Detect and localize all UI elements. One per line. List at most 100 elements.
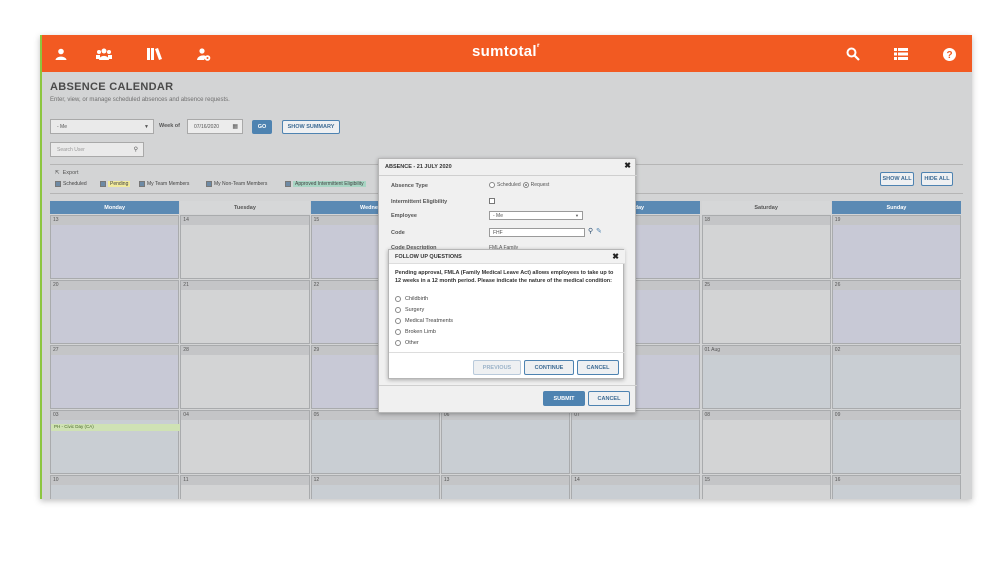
checkbox[interactable] — [285, 181, 291, 187]
team-icon[interactable] — [93, 43, 115, 65]
calendar-day-cell[interactable]: 19 — [831, 215, 962, 279]
holiday-event[interactable]: PH - Civic Day (CA) — [51, 424, 181, 431]
show-summary-button[interactable]: SHOW SUMMARY — [282, 120, 340, 134]
search-icon[interactable] — [842, 43, 864, 65]
week-of-label: Week of — [159, 123, 180, 129]
radio-scheduled[interactable] — [489, 182, 495, 188]
radio-button[interactable] — [395, 296, 401, 302]
day-number-strip — [702, 216, 830, 225]
close-icon[interactable]: ✖ — [624, 161, 631, 170]
calendar-day-cell[interactable]: 16 — [831, 475, 962, 499]
calendar-day-cell[interactable]: 06 — [440, 410, 571, 474]
day-number: 26 — [834, 282, 841, 288]
list-icon[interactable] — [890, 43, 912, 65]
previous-button[interactable]: PREVIOUS — [473, 360, 521, 375]
radio-label: Request — [530, 182, 550, 188]
radio-button[interactable] — [395, 307, 401, 313]
calendar-day-cell[interactable]: 05 — [310, 410, 440, 474]
legend-label: My Team Members — [147, 181, 190, 187]
legend-my-team[interactable]: My Team Members — [139, 181, 189, 187]
sumtotal-logo: sumtotal⸢ — [472, 43, 541, 60]
edit-icon[interactable]: ✎ — [596, 227, 602, 235]
help-icon[interactable]: ? — [938, 43, 960, 65]
continue-button[interactable]: CONTINUE — [524, 360, 574, 375]
week-date-input[interactable]: 07/16/2020 ▦ — [187, 119, 243, 134]
day-number-strip — [702, 346, 830, 355]
checkbox[interactable] — [55, 181, 61, 187]
legend-non-team[interactable]: My Non-Team Members — [206, 181, 267, 187]
calendar-day-cell[interactable]: 12 — [310, 475, 440, 499]
library-icon[interactable] — [144, 43, 166, 65]
code-input[interactable]: FHF — [489, 228, 585, 237]
calendar-day-cell[interactable]: 27 — [50, 345, 180, 409]
checkbox[interactable] — [206, 181, 212, 187]
calendar-day-cell[interactable]: 13 — [50, 215, 180, 279]
day-number: 21 — [183, 282, 189, 288]
radio-button[interactable] — [395, 340, 401, 346]
day-number-strip — [311, 476, 439, 485]
cancel-button[interactable]: CANCEL — [577, 360, 619, 375]
checkbox[interactable] — [100, 181, 106, 187]
calendar-day-cell[interactable]: 26 — [831, 280, 962, 344]
radio-request[interactable] — [522, 182, 529, 188]
day-number: 18 — [704, 217, 711, 223]
calendar-day-cell[interactable]: 25 — [701, 280, 831, 344]
calendar-day-cell[interactable]: 04 — [180, 410, 310, 474]
calendar-day-cell[interactable]: 14 — [180, 215, 310, 279]
follow-up-option[interactable]: Other — [395, 340, 419, 346]
calendar-day-cell[interactable]: 11 — [180, 475, 310, 499]
intermittent-label: Intermittent Eligibility — [391, 199, 448, 205]
option-label: Medical Treatments — [405, 318, 453, 324]
search-icon[interactable]: ⚲ — [588, 227, 593, 235]
calendar-day-cell[interactable]: 18 — [701, 215, 831, 279]
legend-label: Pending — [108, 181, 131, 187]
calendar-day-cell[interactable]: 07 — [571, 410, 701, 474]
day-number: 15 — [313, 217, 320, 223]
calendar-day-cell[interactable]: 14 — [571, 475, 701, 499]
follow-up-option[interactable]: Medical Treatments — [395, 318, 453, 324]
hide-all-button[interactable]: HIDE ALL — [921, 172, 953, 186]
employee-select[interactable]: - Me ▼ — [489, 211, 583, 220]
radio-button[interactable] — [395, 329, 401, 335]
follow-up-option[interactable]: Broken Limb — [395, 329, 436, 335]
calendar-day-cell[interactable]: 02 — [831, 345, 962, 409]
calendar-icon[interactable]: ▦ — [232, 123, 238, 130]
show-all-button[interactable]: SHOW ALL — [880, 172, 914, 186]
calendar-day-cell[interactable]: 03 PH - Civic Day (CA) — [50, 410, 181, 474]
checkbox[interactable] — [139, 181, 145, 187]
calendar-day-cell[interactable]: 01 Aug — [701, 345, 831, 409]
search-icon[interactable]: ⚲ — [134, 146, 138, 153]
day-number: 01 Aug — [704, 347, 721, 353]
calendar-day-cell[interactable]: 08 — [701, 410, 831, 474]
day-number-strip — [51, 281, 179, 290]
legend-approved-intermittent[interactable]: Approved Intermittent Eligibility — [285, 181, 366, 187]
calendar-day-cell[interactable]: 13 — [440, 475, 571, 499]
calendar-day-cell[interactable]: 09 — [831, 410, 962, 474]
code-label: Code — [391, 230, 405, 236]
day-number-strip — [702, 281, 830, 290]
day-number-strip — [832, 476, 961, 485]
export-link[interactable]: ⇱ Export — [55, 170, 79, 176]
person-select[interactable]: - Me ▼ — [50, 119, 154, 134]
cancel-button[interactable]: CANCEL — [588, 391, 630, 406]
legend-pending[interactable]: Pending — [100, 181, 131, 187]
calendar-day-cell[interactable]: 21 — [180, 280, 310, 344]
legend-scheduled[interactable]: Scheduled — [55, 181, 87, 187]
user-settings-icon[interactable] — [193, 43, 215, 65]
calendar-day-cell[interactable]: 10 — [50, 475, 180, 499]
close-icon[interactable]: ✖ — [612, 252, 619, 261]
search-user-input[interactable]: Search User ⚲ — [50, 142, 144, 157]
user-icon[interactable] — [50, 43, 72, 65]
option-label: Childbirth — [405, 296, 429, 302]
follow-up-option[interactable]: Surgery — [395, 307, 424, 313]
radio-button[interactable] — [395, 318, 401, 324]
calendar-day-cell[interactable]: 20 — [50, 280, 180, 344]
follow-up-option[interactable]: Childbirth — [395, 296, 428, 302]
submit-button[interactable]: SUBMIT — [543, 391, 585, 406]
page-title: ABSENCE CALENDAR — [50, 81, 174, 93]
calendar-day-cell[interactable]: 28 — [180, 345, 310, 409]
go-button[interactable]: GO — [252, 120, 272, 134]
calendar-day-cell[interactable]: 15 — [701, 475, 831, 499]
day-number: 11 — [183, 477, 189, 483]
intermittent-checkbox[interactable] — [489, 198, 495, 204]
